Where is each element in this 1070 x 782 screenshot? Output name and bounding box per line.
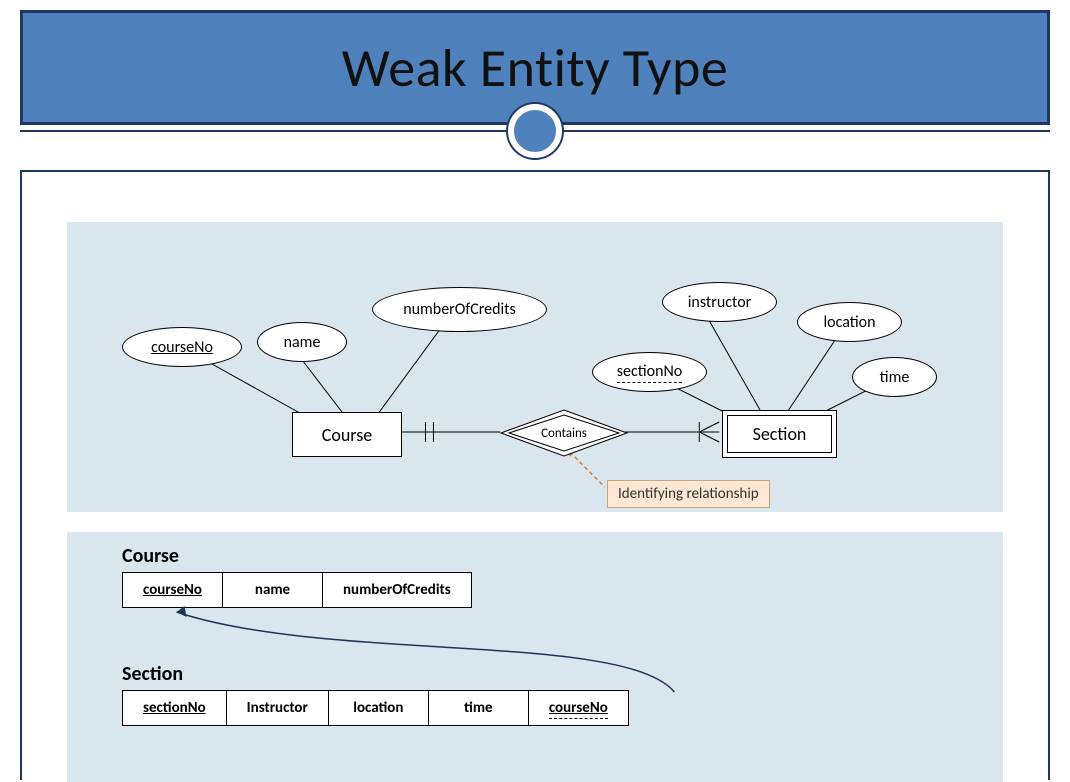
col-location: location (328, 691, 428, 726)
col-sectionNo-label: sectionNo (143, 699, 206, 717)
attr-numberOfCredits-label: numberOfCredits (403, 300, 516, 319)
section-table: sectionNo Instructor location time cours… (122, 690, 629, 726)
col-fk-courseNo: courseNo (528, 691, 628, 726)
attr-name-label: name (284, 333, 321, 352)
table-row: sectionNo Instructor location time cours… (123, 691, 629, 726)
attr-location: location (797, 302, 902, 342)
course-table-title: Course (122, 544, 179, 568)
entity-course: Course (292, 412, 402, 457)
attr-numberOfCredits: numberOfCredits (372, 287, 547, 332)
col-courseNo: courseNo (123, 573, 223, 608)
attr-courseNo: courseNo (122, 327, 242, 367)
col-numberOfCredits: numberOfCredits (323, 573, 472, 608)
decorative-circle (508, 104, 562, 158)
entity-section-label: Section (753, 423, 807, 445)
attr-time: time (852, 357, 937, 397)
content-frame: courseNo name numberOfCredits sectionNo … (20, 170, 1050, 780)
attr-name: name (257, 322, 347, 362)
page-title: Weak Entity Type (342, 35, 729, 101)
attr-time-label: time (880, 368, 910, 387)
attr-courseNo-label: courseNo (151, 338, 213, 357)
col-instructor: Instructor (226, 691, 328, 726)
relational-panel: Course courseNo name numberOfCredits Sec… (67, 532, 1003, 782)
table-row: courseNo name numberOfCredits (123, 573, 472, 608)
section-table-title: Section (122, 662, 183, 686)
entity-section: Section (722, 410, 837, 458)
attr-location-label: location (823, 313, 875, 332)
attr-sectionNo: sectionNo (592, 352, 707, 392)
attr-sectionNo-label: sectionNo (617, 362, 683, 383)
col-time: time (428, 691, 528, 726)
col-name: name (223, 573, 323, 608)
relationship-contains-label: Contains (499, 408, 629, 458)
callout-text: Identifying relationship (618, 485, 759, 503)
col-courseNo-label: courseNo (143, 581, 202, 599)
col-sectionNo: sectionNo (123, 691, 227, 726)
entity-course-label: Course (322, 424, 373, 446)
attr-instructor-label: instructor (688, 293, 751, 312)
relationship-contains: Contains (499, 408, 629, 458)
col-fk-courseNo-label: courseNo (549, 699, 608, 719)
course-table: courseNo name numberOfCredits (122, 572, 472, 608)
callout-identifying-relationship: Identifying relationship (607, 480, 770, 508)
er-panel: courseNo name numberOfCredits sectionNo … (67, 222, 1003, 512)
fk-arrow (67, 532, 1003, 782)
attr-instructor: instructor (662, 282, 777, 322)
